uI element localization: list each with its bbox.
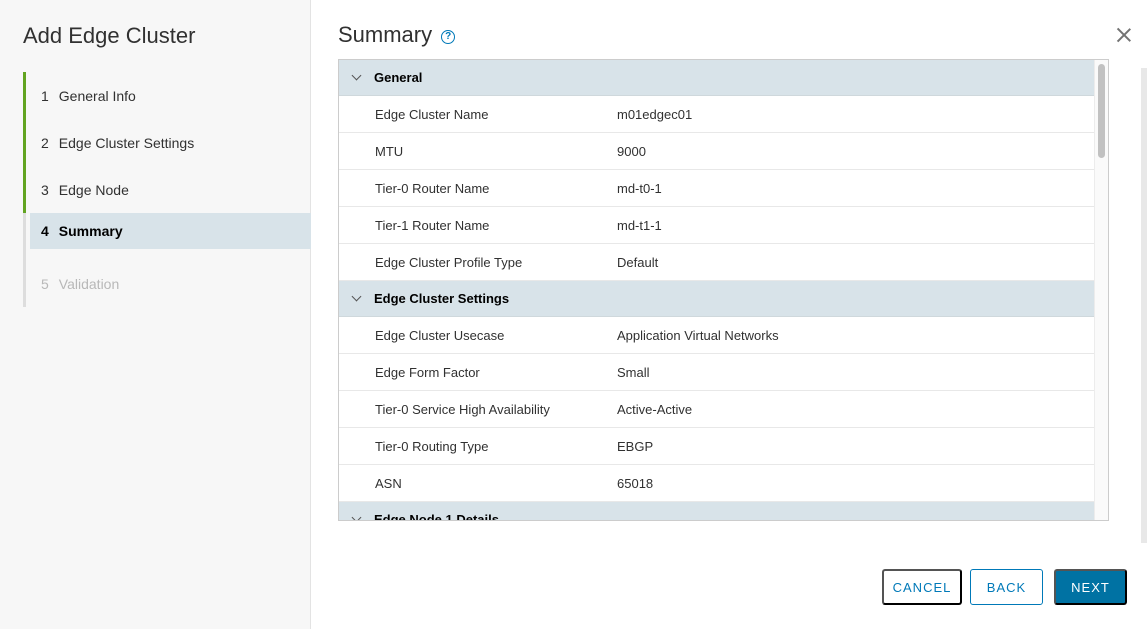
- summary-panel: General Edge Cluster Name m01edgec01 MTU…: [338, 59, 1109, 521]
- row-value: Small: [617, 364, 650, 380]
- step-number: 1: [41, 87, 49, 104]
- step-validation: 5 Validation: [23, 260, 311, 307]
- help-icon[interactable]: ?: [441, 29, 456, 44]
- table-row: Tier-0 Service High Availability Active-…: [339, 391, 1094, 428]
- row-label: Edge Cluster Usecase: [375, 327, 505, 343]
- row-value: md-t1-1: [617, 217, 662, 233]
- wizard-sidebar: Add Edge Cluster 1 General Info 2 Edge C…: [0, 0, 311, 629]
- step-edge-cluster-settings[interactable]: 2 Edge Cluster Settings: [23, 119, 311, 166]
- row-label: Tier-1 Router Name: [375, 217, 490, 233]
- page-title: Summary ?: [338, 22, 456, 48]
- step-edge-node[interactable]: 3 Edge Node: [23, 166, 311, 213]
- step-label: General Info: [58, 87, 136, 104]
- step-label: Validation: [58, 275, 120, 292]
- row-label: Edge Cluster Profile Type: [375, 254, 523, 270]
- table-row: Edge Cluster Usecase Application Virtual…: [339, 317, 1094, 354]
- step-number: 2: [41, 134, 49, 151]
- summary-scroll-area[interactable]: General Edge Cluster Name m01edgec01 MTU…: [339, 60, 1094, 520]
- section-header-edge-cluster-settings[interactable]: Edge Cluster Settings: [339, 281, 1094, 317]
- step-label: Edge Cluster Settings: [58, 134, 195, 151]
- row-value: Active-Active: [617, 401, 693, 417]
- step-label: Summary: [58, 223, 123, 239]
- step-label: Edge Node: [58, 181, 129, 198]
- row-value: EBGP: [617, 438, 654, 454]
- scrollbar-thumb[interactable]: [1098, 64, 1105, 158]
- table-row: ASN 65018: [339, 465, 1094, 502]
- add-edge-cluster-dialog: Add Edge Cluster 1 General Info 2 Edge C…: [0, 0, 1147, 629]
- step-number: 4: [41, 223, 49, 239]
- step-summary[interactable]: 4 Summary: [23, 213, 311, 260]
- step-active-highlight: 4 Summary: [30, 213, 311, 249]
- table-row: Edge Cluster Name m01edgec01: [339, 96, 1094, 133]
- row-label: Edge Cluster Name: [375, 106, 489, 122]
- section-title: Edge Node 1 Details: [374, 512, 499, 520]
- section-title: General: [374, 70, 423, 85]
- table-row: Tier-0 Router Name md-t0-1: [339, 170, 1094, 207]
- table-row: Tier-1 Router Name md-t1-1: [339, 207, 1094, 244]
- close-icon[interactable]: [1115, 26, 1133, 44]
- page-title-text: Summary: [338, 22, 433, 47]
- summary-scrollbar[interactable]: [1094, 60, 1108, 520]
- table-row: Edge Form Factor Small: [339, 354, 1094, 391]
- cancel-button[interactable]: CANCEL: [882, 569, 962, 605]
- chevron-down-icon: [351, 512, 362, 520]
- dialog-scrollbar[interactable]: [1141, 68, 1147, 543]
- row-label: Tier-0 Routing Type: [375, 438, 489, 454]
- chevron-down-icon: [351, 291, 362, 302]
- row-label: ASN: [375, 475, 402, 491]
- table-row: Tier-0 Routing Type EBGP: [339, 428, 1094, 465]
- row-value: m01edgec01: [617, 106, 693, 122]
- row-label: Edge Form Factor: [375, 364, 480, 380]
- table-row: Edge Cluster Profile Type Default: [339, 244, 1094, 281]
- wizard-steps: 1 General Info 2 Edge Cluster Settings 3…: [23, 72, 311, 307]
- row-value: md-t0-1: [617, 180, 662, 196]
- section-header-edge-node-1-details[interactable]: Edge Node 1 Details: [339, 502, 1094, 520]
- table-row: MTU 9000: [339, 133, 1094, 170]
- chevron-down-icon: [351, 70, 362, 81]
- section-title: Edge Cluster Settings: [374, 291, 510, 306]
- row-label: Tier-0 Router Name: [375, 180, 490, 196]
- row-label: Tier-0 Service High Availability: [375, 401, 550, 417]
- back-button[interactable]: BACK: [970, 569, 1043, 605]
- row-value: Application Virtual Networks: [617, 327, 779, 343]
- step-number: 3: [41, 181, 49, 198]
- row-value: 65018: [617, 475, 654, 491]
- section-header-general[interactable]: General: [339, 60, 1094, 96]
- wizard-title: Add Edge Cluster: [23, 23, 196, 48]
- step-general-info[interactable]: 1 General Info: [23, 72, 311, 119]
- step-number: 5: [41, 275, 49, 292]
- row-label: MTU: [375, 143, 404, 159]
- next-button[interactable]: NEXT: [1054, 569, 1127, 605]
- row-value: 9000: [617, 143, 646, 159]
- row-value: Default: [617, 254, 659, 270]
- wizard-content: Summary ? General Edge Cluster Name m01e…: [311, 0, 1147, 629]
